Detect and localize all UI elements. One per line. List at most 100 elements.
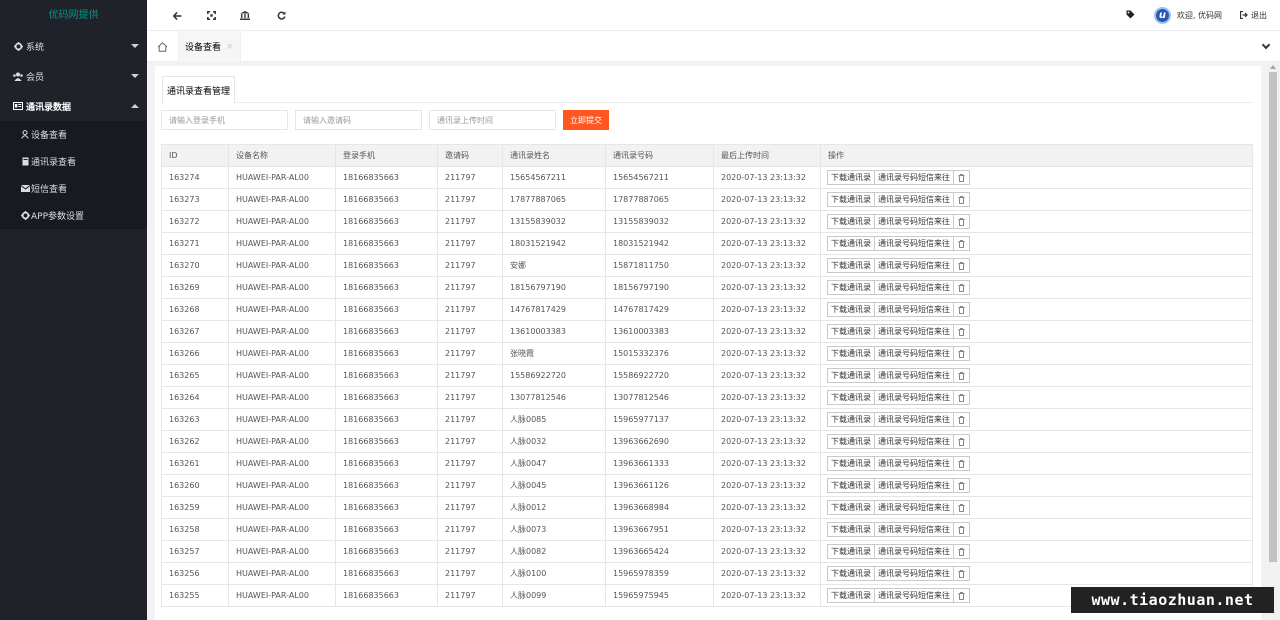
contacts-sms-button[interactable]: 通讯录号码短信来往 <box>874 500 954 515</box>
table-cell: 163261 <box>161 452 229 475</box>
bank-icon[interactable] <box>228 0 262 31</box>
contacts-sms-button[interactable]: 通讯录号码短信来往 <box>874 280 954 295</box>
download-contacts-button[interactable]: 下载通讯录 <box>827 566 875 581</box>
contacts-sms-button[interactable]: 通讯录号码短信来往 <box>874 368 954 383</box>
download-contacts-button[interactable]: 下载通讯录 <box>827 544 875 559</box>
table-header-row: ID 设备名称 登录手机 邀请码 通讯录姓名 通讯录号码 最后上传时间 操作 <box>161 144 1253 167</box>
tag-icon[interactable] <box>1116 10 1146 22</box>
sidebar-item-app-settings[interactable]: APP参数设置 <box>0 202 147 229</box>
trash-icon[interactable] <box>953 258 970 273</box>
download-contacts-button[interactable]: 下载通讯录 <box>827 368 875 383</box>
sidebar-item-sms-view[interactable]: 短信查看 <box>0 175 147 202</box>
download-contacts-button[interactable]: 下载通讯录 <box>827 280 875 295</box>
table-cell: 18166835663 <box>335 166 438 189</box>
contacts-sms-button[interactable]: 通讯录号码短信来往 <box>874 214 954 229</box>
trash-icon[interactable] <box>953 478 970 493</box>
table-cell: 2020-07-13 23:13:32 <box>713 276 821 299</box>
contacts-sms-button[interactable]: 通讯录号码短信来往 <box>874 258 954 273</box>
sidebar-item-system[interactable]: 系统 <box>0 31 147 61</box>
download-contacts-button[interactable]: 下载通讯录 <box>827 192 875 207</box>
contacts-sms-button[interactable]: 通讯录号码短信来往 <box>874 456 954 471</box>
download-contacts-button[interactable]: 下载通讯录 <box>827 412 875 427</box>
download-contacts-button[interactable]: 下载通讯录 <box>827 214 875 229</box>
trash-icon[interactable] <box>953 368 970 383</box>
table-cell: 2020-07-13 23:13:32 <box>713 166 821 189</box>
contacts-sms-button[interactable]: 通讯录号码短信来往 <box>874 346 954 361</box>
trash-icon[interactable] <box>953 566 970 581</box>
trash-icon[interactable] <box>953 214 970 229</box>
contacts-sms-button[interactable]: 通讯录号码短信来往 <box>874 390 954 405</box>
invite-code-input[interactable] <box>295 110 422 130</box>
trash-icon[interactable] <box>953 390 970 405</box>
table-row: 163270 HUAWEI-PAR-AL00 18166835663 211797 安娜… <box>161 254 1253 277</box>
contacts-sms-button[interactable]: 通讯录号码短信来往 <box>874 588 954 603</box>
trash-icon[interactable] <box>953 324 970 339</box>
arrow-left-icon[interactable] <box>160 0 194 31</box>
trash-icon[interactable] <box>953 236 970 251</box>
contacts-sms-button[interactable]: 通讯录号码短信来往 <box>874 522 954 537</box>
contacts-sms-button[interactable]: 通讯录号码短信来往 <box>874 478 954 493</box>
home-icon[interactable] <box>147 31 179 62</box>
download-contacts-button[interactable]: 下载通讯录 <box>827 522 875 537</box>
expand-icon[interactable] <box>194 0 228 31</box>
contacts-sms-button[interactable]: 通讯录号码短信来往 <box>874 324 954 339</box>
download-contacts-button[interactable]: 下载通讯录 <box>827 258 875 273</box>
download-contacts-button[interactable]: 下载通讯录 <box>827 588 875 603</box>
table-cell: 2020-07-13 23:13:32 <box>713 474 821 497</box>
trash-icon[interactable] <box>953 500 970 515</box>
download-contacts-button[interactable]: 下载通讯录 <box>827 170 875 185</box>
scrollbar-thumb[interactable] <box>1269 72 1277 562</box>
refresh-icon[interactable] <box>264 0 298 31</box>
tab-contacts-management[interactable]: 通讯录查看管理 <box>162 76 236 104</box>
login-phone-input[interactable] <box>161 110 288 130</box>
logo[interactable]: 优码网提供 <box>0 0 147 31</box>
trash-icon[interactable] <box>953 544 970 559</box>
contacts-sms-button[interactable]: 通讯录号码短信来往 <box>874 236 954 251</box>
download-contacts-button[interactable]: 下载通讯录 <box>827 456 875 471</box>
download-contacts-button[interactable]: 下载通讯录 <box>827 302 875 317</box>
tabs-dropdown[interactable] <box>1252 31 1280 62</box>
trash-icon[interactable] <box>953 302 970 317</box>
table-cell: 163269 <box>161 276 229 299</box>
trash-icon[interactable] <box>953 192 970 207</box>
sidebar-item-device-view[interactable]: 设备查看 <box>0 121 147 148</box>
sidebar-item-contacts-view[interactable]: 通讯录查看 <box>0 148 147 175</box>
trash-icon[interactable] <box>953 170 970 185</box>
scrollbar[interactable] <box>1268 62 1278 620</box>
contacts-sms-button[interactable]: 通讯录号码短信来往 <box>874 302 954 317</box>
tab-device-view[interactable]: 设备查看 × <box>179 31 241 62</box>
contacts-sms-button[interactable]: 通讯录号码短信来往 <box>874 192 954 207</box>
trash-icon[interactable] <box>953 456 970 471</box>
contacts-sms-button[interactable]: 通讯录号码短信来往 <box>874 412 954 427</box>
table-cell: HUAWEI-PAR-AL00 <box>228 166 336 189</box>
download-contacts-button[interactable]: 下载通讯录 <box>827 346 875 361</box>
table-cell: 18031521942 <box>605 232 714 255</box>
logout-button[interactable]: 退出 <box>1239 10 1267 21</box>
download-contacts-button[interactable]: 下载通讯录 <box>827 478 875 493</box>
download-contacts-button[interactable]: 下载通讯录 <box>827 434 875 449</box>
contacts-sms-button[interactable]: 通讯录号码短信来往 <box>874 434 954 449</box>
contacts-sms-button[interactable]: 通讯录号码短信来往 <box>874 170 954 185</box>
close-icon[interactable]: × <box>226 42 234 52</box>
trash-icon[interactable] <box>953 280 970 295</box>
scroll-up-icon[interactable] <box>1270 65 1276 69</box>
user-menu[interactable]: u 欢迎, 优码网 <box>1153 7 1222 24</box>
table-cell: 17877887065 <box>605 188 714 211</box>
trash-icon[interactable] <box>953 346 970 361</box>
sidebar-item-contacts-data[interactable]: 通讯录数据 <box>0 91 147 121</box>
download-contacts-button[interactable]: 下载通讯录 <box>827 324 875 339</box>
contacts-sms-button[interactable]: 通讯录号码短信来往 <box>874 544 954 559</box>
upload-time-input[interactable] <box>429 110 556 130</box>
download-contacts-button[interactable]: 下载通讯录 <box>827 390 875 405</box>
table-cell: 14767817429 <box>502 298 606 321</box>
submit-button[interactable]: 立即提交 <box>563 110 609 130</box>
sidebar-item-label: 系统 <box>26 42 45 53</box>
contacts-sms-button[interactable]: 通讯录号码短信来往 <box>874 566 954 581</box>
sidebar-item-members[interactable]: 会员 <box>0 61 147 91</box>
trash-icon[interactable] <box>953 434 970 449</box>
trash-icon[interactable] <box>953 412 970 427</box>
download-contacts-button[interactable]: 下载通讯录 <box>827 236 875 251</box>
download-contacts-button[interactable]: 下载通讯录 <box>827 500 875 515</box>
trash-icon[interactable] <box>953 522 970 537</box>
trash-icon[interactable] <box>953 588 970 603</box>
